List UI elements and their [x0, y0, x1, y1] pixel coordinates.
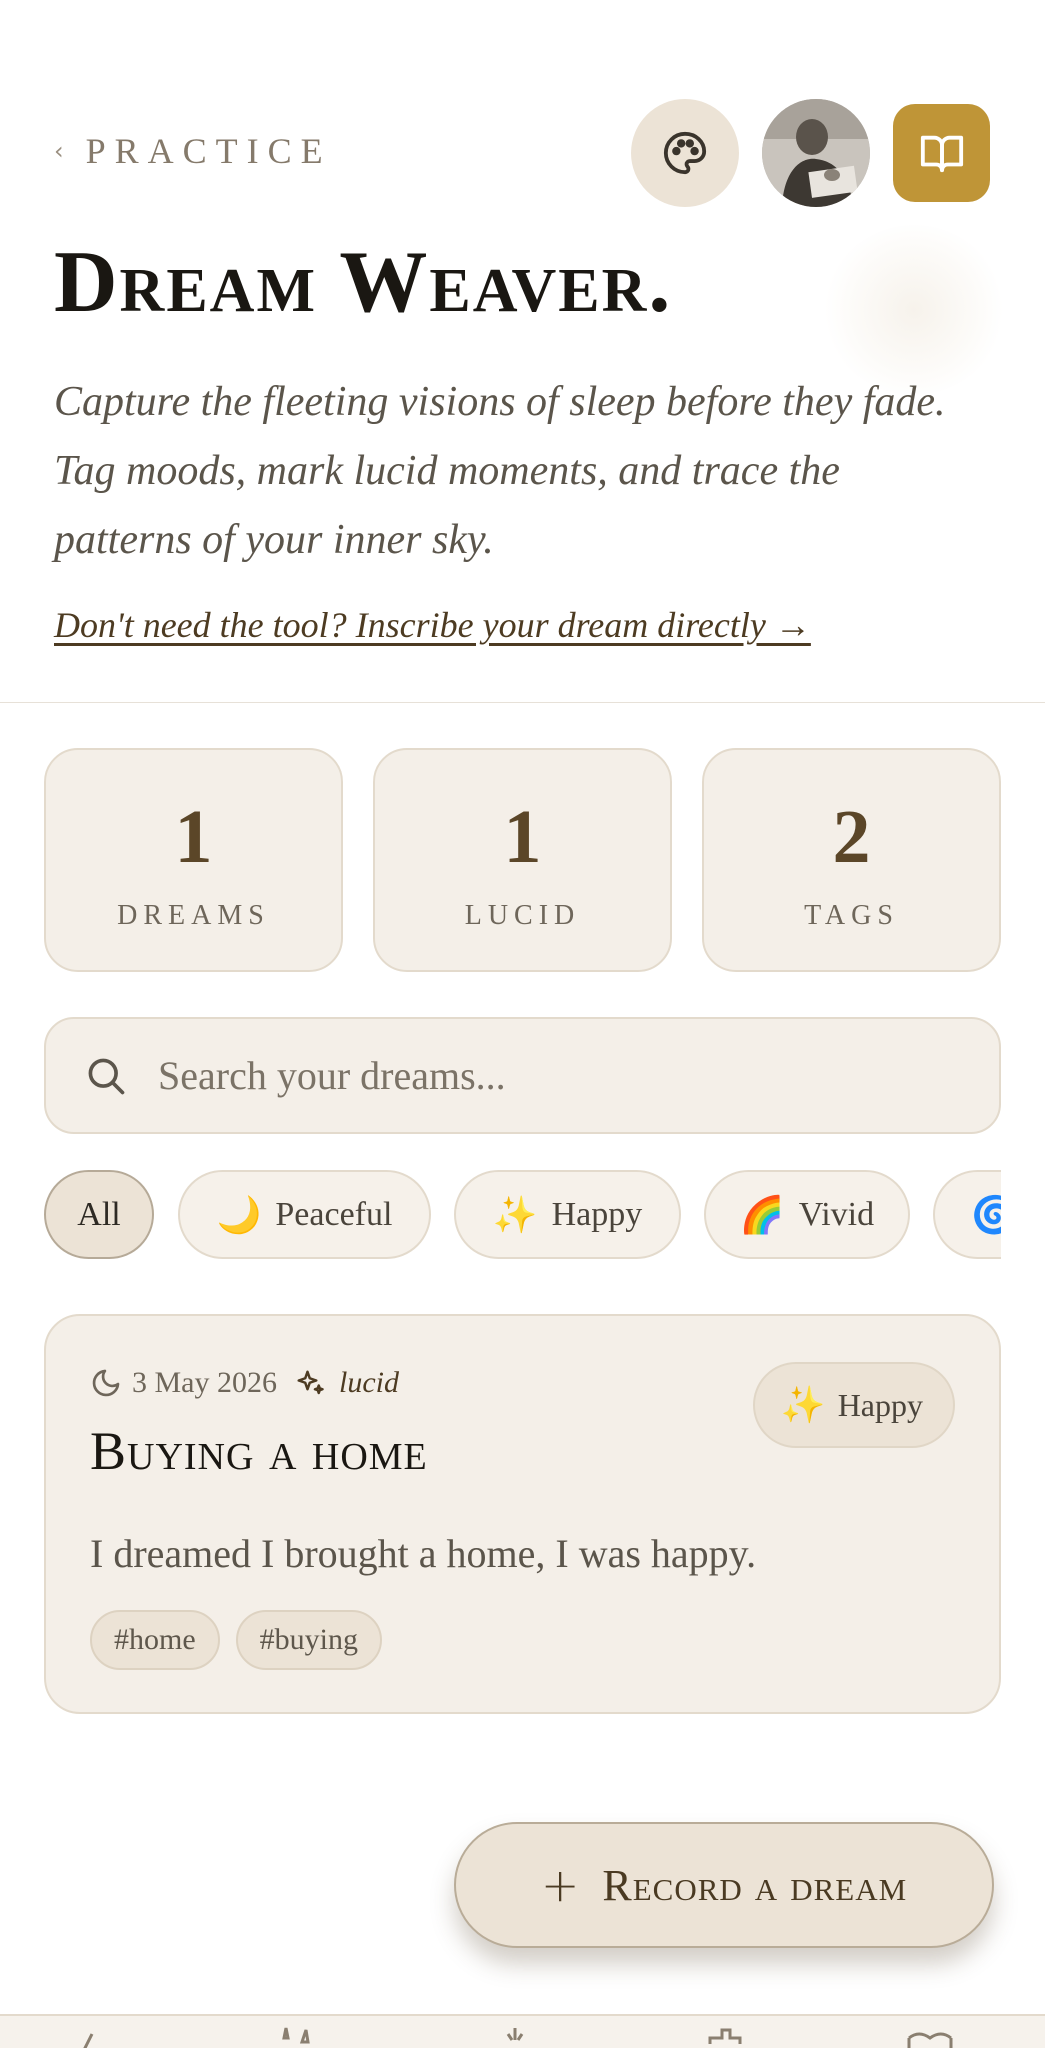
moon-icon: 🌙 — [216, 1194, 262, 1235]
entry-date: 3 May 2026 — [132, 1366, 277, 1399]
divider — [0, 702, 1045, 703]
stat-lucid: 1 LUCID — [373, 748, 672, 972]
entry-meta: 3 May 2026 lucid — [90, 1366, 399, 1400]
stat-dreams: 1 DREAMS — [44, 748, 343, 972]
chip-label: Vivid — [798, 1195, 875, 1233]
mood-badge: ✨ Happy — [752, 1362, 955, 1448]
filter-chip-vivid[interactable]: 🌈 Vivid — [704, 1170, 910, 1259]
nav-back-icon[interactable] — [62, 2024, 112, 2048]
nav-book-icon[interactable] — [905, 2024, 955, 2048]
dream-entry-card[interactable]: 3 May 2026 lucid ✨ Happy Buying a home I… — [44, 1314, 1001, 1714]
tag-chip[interactable]: #home — [90, 1610, 220, 1670]
search-input[interactable] — [158, 1052, 938, 1099]
sparkle-icon — [297, 1370, 324, 1395]
record-dream-button[interactable]: + Record a dream — [454, 1822, 994, 1948]
rainbow-icon: 🌈 — [739, 1194, 785, 1235]
nav-sun-icon[interactable] — [490, 2024, 540, 2048]
stat-value: 2 — [832, 795, 871, 879]
stat-tags: 2 TAGS — [702, 748, 1001, 972]
stat-value: 1 — [174, 795, 213, 879]
stat-label: DREAMS — [117, 900, 270, 931]
palette-button[interactable] — [631, 99, 739, 207]
nav-sparkles-icon[interactable] — [272, 2024, 322, 2048]
sparkles-icon: ✨ — [780, 1385, 826, 1425]
entry-body: I dreamed I brought a home, I was happy. — [90, 1531, 757, 1576]
search-icon — [88, 1058, 125, 1094]
mood-label: Happy — [837, 1386, 923, 1423]
filter-chip-more[interactable]: 🌀 — [933, 1170, 1001, 1259]
stat-label: LUCID — [464, 900, 581, 931]
entry-tags: #home #buying — [90, 1610, 382, 1670]
chip-label: All — [77, 1195, 121, 1233]
sparkles-icon: ✨ — [492, 1194, 538, 1235]
avatar[interactable] — [762, 99, 870, 207]
chip-label: Peaceful — [275, 1195, 393, 1233]
mood-filter-chips: All 🌙 Peaceful ✨ Happy 🌈 Vivid 🌀 — [44, 1170, 1001, 1260]
journal-button[interactable] — [893, 104, 990, 202]
lucid-label: lucid — [339, 1366, 399, 1399]
moon-icon — [92, 1369, 120, 1397]
nav-puzzle-icon[interactable] — [700, 2024, 750, 2048]
entry-title: Buying a home — [90, 1421, 428, 1481]
filter-chip-all[interactable]: All — [44, 1170, 154, 1259]
stat-value: 1 — [503, 795, 542, 879]
stat-label: TAGS — [804, 900, 899, 931]
bottom-nav — [0, 2014, 1045, 2048]
page-subtitle: Capture the fleeting visions of sleep be… — [54, 379, 946, 563]
filter-chip-happy[interactable]: ✨ Happy — [454, 1170, 681, 1259]
tag-chip[interactable]: #buying — [235, 1610, 382, 1670]
chevron-left-icon: ‹ — [54, 137, 64, 165]
search-bar[interactable] — [44, 1017, 1001, 1134]
book-open-icon — [920, 135, 963, 173]
page-title: Dream Weaver. — [54, 234, 673, 331]
swirl-icon: 🌀 — [971, 1194, 1001, 1235]
record-button-label: Record a dream — [602, 1860, 908, 1910]
back-label: PRACTICE — [85, 131, 332, 171]
plus-icon: + — [540, 1858, 581, 1912]
back-link[interactable]: ‹ PRACTICE — [54, 130, 332, 172]
palette-icon — [663, 131, 707, 175]
filter-chip-peaceful[interactable]: 🌙 Peaceful — [178, 1170, 431, 1259]
chip-label: Happy — [551, 1195, 643, 1233]
avatar-photo — [762, 99, 870, 207]
inscribe-directly-link[interactable]: Don't need the tool? Inscribe your dream… — [54, 604, 811, 646]
